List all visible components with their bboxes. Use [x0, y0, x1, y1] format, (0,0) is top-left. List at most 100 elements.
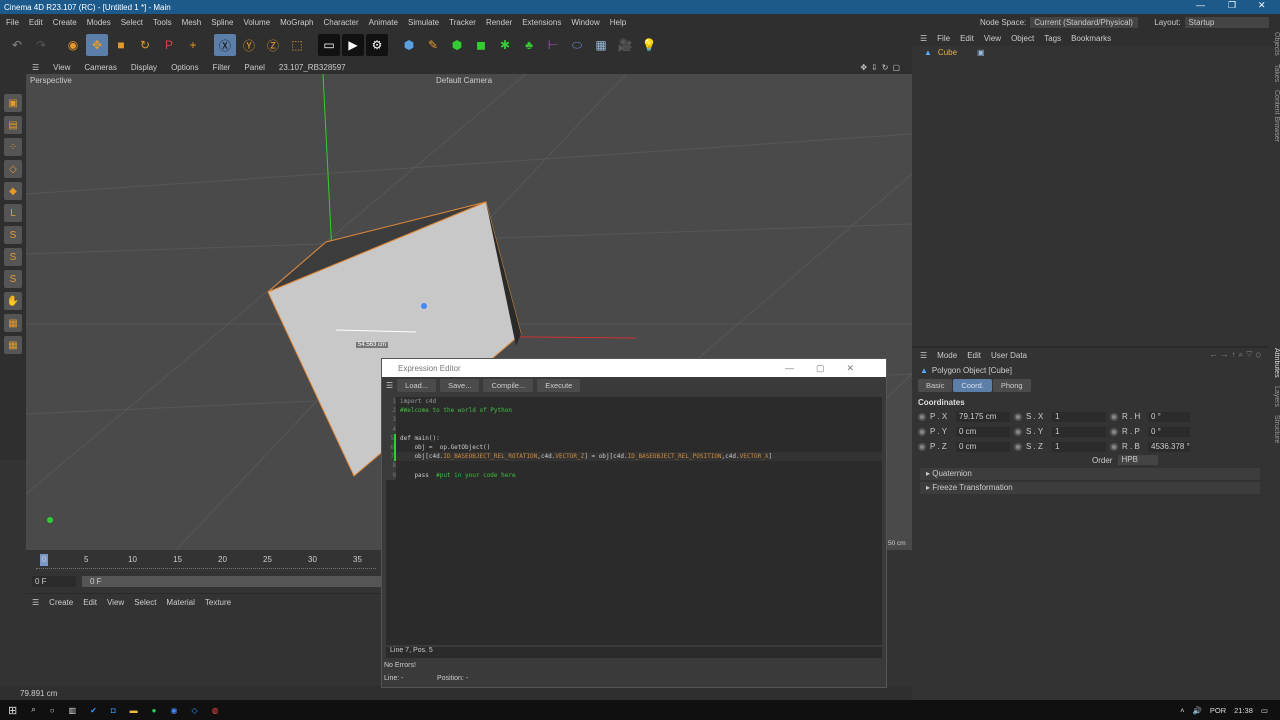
menu-window[interactable]: Window — [571, 18, 599, 27]
move-tool-icon[interactable]: ✥ — [86, 34, 108, 56]
tab-takes[interactable]: Takes — [1268, 64, 1280, 82]
lock-icon[interactable]: ✋ — [4, 292, 22, 310]
tab-structure[interactable]: Structure — [1268, 415, 1280, 443]
points-mode-icon[interactable]: ⁘ — [4, 138, 22, 156]
light-icon[interactable]: 💡 — [638, 34, 660, 56]
cortana-icon[interactable]: ○ — [50, 706, 55, 715]
menu-edit[interactable]: Edit — [29, 18, 43, 27]
attr-menu-user-data[interactable]: User Data — [991, 351, 1027, 360]
notifications-icon[interactable]: ▭ — [1261, 706, 1268, 715]
mat-menu-material[interactable]: Material — [166, 598, 194, 607]
expression-editor-titlebar[interactable]: Expression Editor —▢✕ — [382, 359, 886, 377]
snap-settings-icon[interactable]: S — [4, 248, 22, 266]
render-settings-icon[interactable]: ⚙ — [366, 34, 388, 56]
chrome-icon[interactable]: ◍ — [212, 706, 219, 715]
psr-icon[interactable]: P — [158, 34, 180, 56]
menu-create[interactable]: Create — [53, 18, 77, 27]
keyframe-radio[interactable] — [1014, 412, 1022, 421]
obj-menu-tags[interactable]: Tags — [1044, 34, 1061, 43]
tab-attributes[interactable]: Attributes — [1268, 348, 1280, 378]
task-view-icon[interactable]: ▥ — [69, 706, 77, 715]
attr-menu-mode[interactable]: Mode — [937, 351, 957, 360]
load-button[interactable]: Load... — [397, 378, 437, 392]
attr-nav-icons[interactable]: ←→↑⌕▽⊙ — [1210, 350, 1264, 360]
tab-objects[interactable]: Objects — [1268, 32, 1280, 56]
edges-mode-icon[interactable]: ◇ — [4, 160, 22, 178]
texture-mode-icon[interactable]: ▤ — [4, 116, 22, 134]
keyframe-radio[interactable] — [1014, 442, 1022, 451]
deformer-icon[interactable]: ⊢ — [542, 34, 564, 56]
tray-chevron-icon[interactable]: ˄ — [1180, 706, 1184, 715]
python-tag-icon[interactable]: ▣ — [977, 48, 985, 57]
s-z-field[interactable]: 1 — [1052, 441, 1106, 452]
todo-icon[interactable]: ✔ — [90, 706, 97, 715]
outlook-icon[interactable]: ◘ — [111, 706, 116, 715]
polygons-mode-icon[interactable]: ◆ — [4, 182, 22, 200]
attr-menu-edit[interactable]: Edit — [967, 351, 981, 360]
menu-select[interactable]: Select — [121, 18, 143, 27]
coordinate-system-icon[interactable]: ⬚ — [286, 34, 308, 56]
menu-modes[interactable]: Modes — [87, 18, 111, 27]
menu-mesh[interactable]: Mesh — [182, 18, 202, 27]
menu-help[interactable]: Help — [610, 18, 626, 27]
extrude-icon[interactable]: ◼ — [470, 34, 492, 56]
menu-spline[interactable]: Spline — [211, 18, 233, 27]
cube-icon[interactable]: ⬢ — [398, 34, 420, 56]
select-tool-icon[interactable]: ◉ — [62, 34, 84, 56]
frame-range-slider[interactable]: 0 F — [82, 576, 382, 587]
menu-file[interactable]: File — [6, 18, 19, 27]
p-y-field[interactable]: 0 cm — [956, 426, 1010, 437]
grid-snap-icon[interactable]: ▦ — [4, 336, 22, 354]
scale-tool-icon[interactable]: ■ — [110, 34, 132, 56]
code-editor[interactable]: 1 import c4d 2 #Welcome to the world of Pyt… — [386, 397, 882, 645]
layout-select[interactable]: Startup — [1184, 17, 1269, 28]
keyframe-radio[interactable] — [918, 442, 926, 451]
tab-layers[interactable]: Layers — [1268, 386, 1280, 407]
r-h-field[interactable]: 0 ° — [1148, 411, 1190, 422]
vp-menu-options[interactable]: Options — [171, 63, 199, 72]
tab-phong[interactable]: Phong — [992, 379, 1031, 392]
viewport-nav-icons[interactable]: ✥⇩↻▢ — [860, 63, 904, 72]
p-z-field[interactable]: 0 cm — [956, 441, 1010, 452]
vp-menu-display[interactable]: Display — [131, 63, 157, 72]
y-axis-icon[interactable]: Ⓨ — [238, 34, 260, 56]
search-icon[interactable]: ⌕ — [31, 705, 35, 715]
menu-icon[interactable]: ☰ — [920, 351, 927, 360]
tab-coord[interactable]: Coord. — [953, 379, 992, 392]
obj-menu-file[interactable]: File — [937, 34, 950, 43]
tab-basic[interactable]: Basic — [918, 379, 953, 392]
explorer-icon[interactable]: ▬ — [130, 706, 138, 715]
clock[interactable]: 21:38 — [1234, 706, 1253, 715]
menu-render[interactable]: Render — [486, 18, 512, 27]
maximize-button[interactable]: ❐ — [1228, 0, 1236, 11]
menu-icon[interactable]: ☰ — [32, 598, 39, 607]
menu-icon[interactable]: ☰ — [920, 34, 927, 43]
mat-menu-create[interactable]: Create — [49, 598, 73, 607]
cinema4d-icon[interactable]: ◉ — [171, 706, 178, 715]
vscode-icon[interactable]: ◇ — [191, 706, 197, 715]
compile-button[interactable]: Compile... — [483, 378, 534, 392]
menu-tracker[interactable]: Tracker — [449, 18, 476, 27]
menu-volume[interactable]: Volume — [243, 18, 270, 27]
quaternion-group[interactable]: ▸ Quaternion — [920, 468, 1260, 480]
save-button[interactable]: Save... — [440, 378, 480, 392]
keyframe-radio[interactable] — [1110, 427, 1118, 436]
r-p-field[interactable]: 0 ° — [1148, 426, 1190, 437]
node-space-select[interactable]: Current (Standard/Physical) — [1030, 17, 1139, 28]
render-picture-viewer-icon[interactable]: ▶ — [342, 34, 364, 56]
minimize-button[interactable]: — — [1196, 0, 1205, 10]
field-icon[interactable]: ⬭ — [566, 34, 588, 56]
floor-icon[interactable]: ▦ — [590, 34, 612, 56]
menu-tools[interactable]: Tools — [153, 18, 172, 27]
current-frame-field[interactable]: 0 F — [32, 576, 76, 587]
s-x-field[interactable]: 1 — [1052, 411, 1106, 422]
keyframe-radio[interactable] — [1014, 427, 1022, 436]
cloner-icon[interactable]: ✱ — [494, 34, 516, 56]
mograph-icon[interactable]: ♣ — [518, 34, 540, 56]
order-select[interactable]: HPB — [1118, 455, 1159, 465]
close-button[interactable]: ✕ — [1258, 0, 1266, 11]
vp-menu-filter[interactable]: Filter — [213, 63, 231, 72]
menu-extensions[interactable]: Extensions — [522, 18, 561, 27]
add-icon[interactable]: + — [182, 34, 204, 56]
keyframe-radio[interactable] — [1110, 442, 1118, 451]
